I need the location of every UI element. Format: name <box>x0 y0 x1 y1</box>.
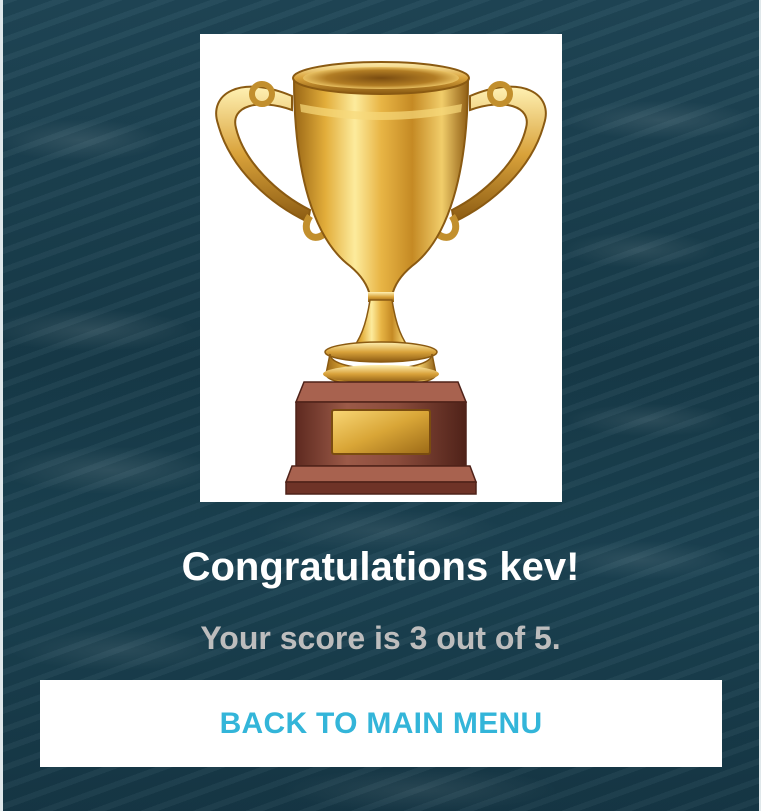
back-to-main-menu-label: BACK TO MAIN MENU <box>219 706 543 740</box>
congratulations-heading: Congratulations kev! <box>181 545 580 589</box>
trophy-image <box>200 34 562 502</box>
back-to-main-menu-button[interactable]: BACK TO MAIN MENU <box>40 680 722 767</box>
left-border <box>0 0 3 811</box>
score-text: Your score is 3 out of 5. <box>200 620 561 656</box>
trophy-icon <box>215 61 547 495</box>
